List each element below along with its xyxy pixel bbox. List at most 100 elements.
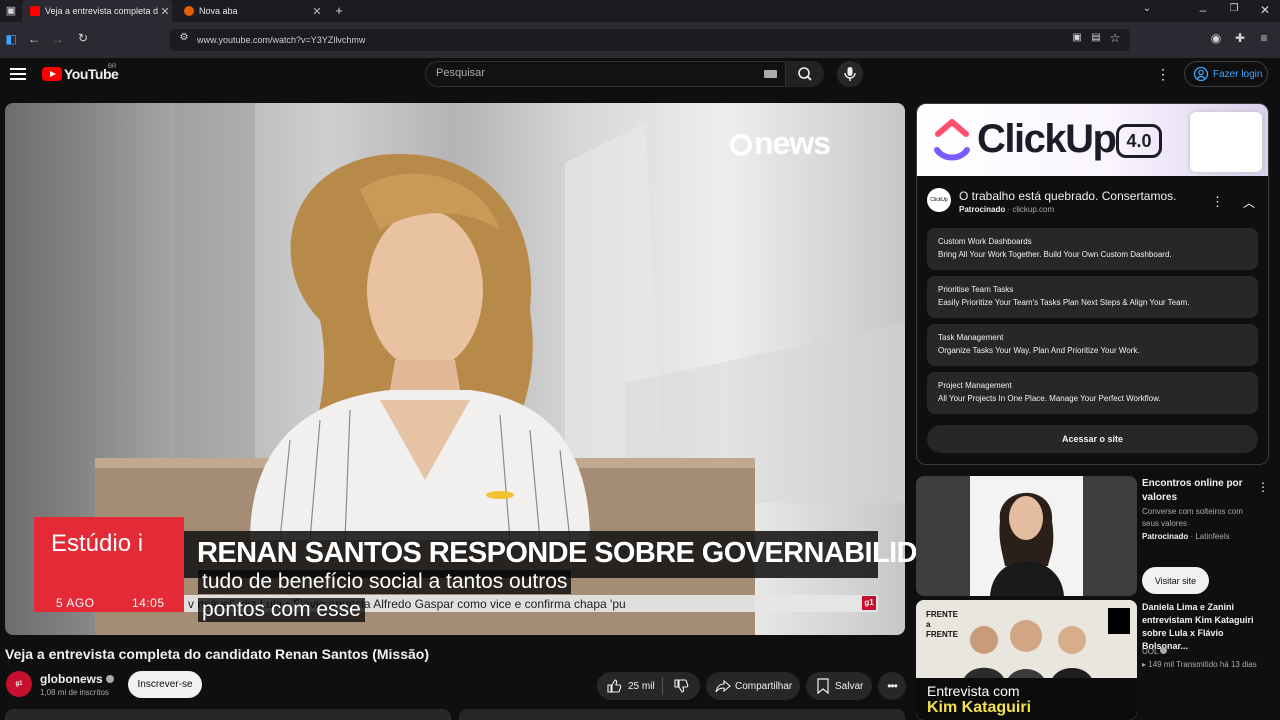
new-tab-icon[interactable]: + (330, 3, 348, 18)
sponsored-label: Patrocinado (1142, 532, 1189, 541)
sitelink-title: Project Management (938, 381, 1012, 390)
dislike-button[interactable] (663, 678, 700, 694)
voice-search-button[interactable] (837, 61, 863, 87)
thumb-caption: Entrevista com (927, 683, 1020, 699)
keyboard-icon[interactable] (764, 70, 777, 78)
woman-photo-icon (990, 492, 1064, 596)
forward-icon[interactable]: → (49, 32, 67, 46)
youtube-favicon-icon (30, 6, 40, 16)
ad-sitelink[interactable]: Task Management Organize Tasks Your Way.… (927, 324, 1258, 366)
rec-description: Converse com solteiros com seus valores (1142, 507, 1243, 528)
ad-app-preview (1190, 112, 1262, 172)
reader-view-icon[interactable]: ▤ (1087, 32, 1105, 43)
site-info-icon[interactable]: ⚙ (175, 32, 193, 43)
close-window-icon[interactable]: ✕ (1256, 3, 1274, 17)
ad-sponsor-line: Patrocinado · clickup.com (959, 205, 1055, 214)
rec-meta: ▸ 149 mil Transmitido há 13 dias (1142, 660, 1257, 669)
collapse-chevron-icon[interactable]: ︿ (1243, 194, 1255, 211)
visit-site-button[interactable]: Visitar site (1142, 567, 1209, 594)
verified-icon (1160, 647, 1168, 654)
more-actions-button[interactable]: ••• (878, 672, 906, 700)
hamburger-menu-icon[interactable] (10, 66, 26, 80)
advertiser-avatar[interactable]: ClickUp (927, 188, 951, 212)
ad-headline[interactable]: O trabalho está quebrado. Consertamos. (959, 189, 1176, 203)
sitelink-desc: Organize Tasks Your Way. Plan And Priori… (938, 346, 1140, 355)
caption-line-1: tudo de benefício social a tantos outros (198, 570, 572, 594)
more-horiz-icon: ••• (887, 679, 898, 693)
url-text[interactable]: www.youtube.com/watch?v=Y3YZllvchmw (197, 35, 365, 45)
visit-site-button[interactable]: Acessar o site (927, 425, 1258, 453)
back-icon[interactable]: ← (25, 32, 43, 46)
rec-title[interactable]: Daniela Lima e Zanini entrevistam Kim Ka… (1142, 601, 1270, 653)
like-dislike-group: 25 mil (597, 672, 700, 700)
search-input[interactable]: Pesquisar (436, 67, 485, 79)
screenshot-icon[interactable]: ▣ (1068, 32, 1086, 43)
sidebar-toggle-icon[interactable]: ◧ (2, 32, 20, 46)
broadcast-time: 14:05 (132, 596, 165, 610)
channel-avatar[interactable]: g1 (6, 671, 32, 697)
save-button[interactable]: Salvar (806, 672, 872, 700)
close-tab-icon[interactable]: ✕ (158, 5, 172, 18)
video-thumbnail[interactable]: FRENTE a FRENTE Entrevista com Kim Katag… (916, 600, 1137, 720)
subscribe-button[interactable]: Inscrever-se (128, 671, 202, 698)
video-title: Veja a entrevista completa do candidato … (5, 646, 430, 662)
advertiser-name: Latinfeels (1195, 532, 1230, 541)
rec-title[interactable]: Encontros online por valores (1142, 477, 1262, 505)
globonews-logo: news (730, 125, 831, 162)
ad-version-badge: 4.0 (1116, 124, 1162, 158)
sitelink-title: Custom Work Dashboards (938, 237, 1032, 246)
rec-sponsor-line: Patrocinado · Latinfeels (1142, 532, 1230, 541)
ad-sitelink[interactable]: Project Management All Your Projects In … (927, 372, 1258, 414)
like-count: 25 mil (628, 680, 655, 692)
bookmark-icon (817, 678, 829, 694)
account-icon[interactable]: ◉ (1207, 31, 1225, 45)
rec-channel[interactable]: UOL (1142, 647, 1168, 656)
browser-tab-youtube[interactable]: Veja a entrevista completa do c ✕ (22, 0, 172, 22)
save-label: Salvar (835, 680, 864, 692)
sponsored-thumbnail[interactable] (916, 476, 1137, 596)
sitelink-title: Task Management (938, 333, 1004, 342)
microphone-icon (844, 67, 856, 81)
rec-channel-name: UOL (1142, 647, 1159, 656)
sitelink-desc: Easily Prioritize Your Team's Tasks Plan… (938, 298, 1190, 307)
youtube-logo-icon[interactable] (42, 67, 62, 81)
bookmark-star-icon[interactable]: ☆ (1106, 31, 1124, 45)
sitelink-title: Prioritise Team Tasks (938, 285, 1014, 294)
sponsored-label: Patrocinado (959, 205, 1006, 214)
settings-more-icon[interactable]: ⋮ (1156, 66, 1170, 82)
search-icon (798, 67, 812, 81)
minimize-icon[interactable]: – (1194, 3, 1212, 17)
ad-more-icon[interactable]: ⋮ (1211, 194, 1224, 210)
sitelink-desc: Bring All Your Work Together. Build Your… (938, 250, 1172, 259)
browser-tab-new[interactable]: Nova aba ✕ (176, 0, 324, 22)
news-headline: RENAN SANTOS RESPONDE SOBRE GOVERNABILID… (197, 537, 977, 569)
rec-meta-text: 149 mil Transmitido há 13 dias (1148, 660, 1257, 669)
news-logo-text: news (754, 125, 831, 161)
broadcast-date: 5 AGO (56, 596, 95, 610)
verified-icon (106, 675, 115, 683)
comment-section-peek (5, 709, 451, 720)
app-menu-icon[interactable]: ≡ (1255, 31, 1273, 45)
like-button[interactable]: 25 mil (597, 678, 662, 694)
ad-sitelink[interactable]: Custom Work Dashboards Bring All Your Wo… (927, 228, 1258, 270)
share-button[interactable]: Compartilhar (706, 672, 800, 700)
extensions-icon[interactable]: ✚ (1231, 31, 1249, 45)
channel-name-text: globonews (40, 672, 103, 686)
ad-sitelink[interactable]: Prioritise Team Tasks Easily Prioritize … (927, 276, 1258, 318)
login-label: Fazer login (1213, 68, 1263, 80)
close-tab-icon[interactable]: ✕ (310, 5, 324, 18)
restore-icon[interactable]: ❐ (1225, 3, 1243, 14)
rec-more-icon[interactable]: ⋮ (1257, 480, 1269, 494)
reload-icon[interactable]: ↻ (74, 31, 92, 45)
country-code: BR (108, 64, 117, 70)
comment-section-peek (459, 709, 905, 720)
login-button[interactable]: Fazer login (1184, 61, 1268, 87)
share-icon (715, 679, 731, 693)
search-button[interactable] (786, 61, 824, 87)
account-circle-icon (1193, 66, 1209, 82)
tab-title: Veja a entrevista completa do c (45, 6, 158, 16)
chevron-down-icon[interactable]: ⌄ (1138, 3, 1156, 14)
show-name: Estúdio i (51, 530, 144, 557)
tab-list-icon[interactable]: ▣ (2, 4, 20, 17)
channel-name[interactable]: globonews (40, 672, 115, 686)
